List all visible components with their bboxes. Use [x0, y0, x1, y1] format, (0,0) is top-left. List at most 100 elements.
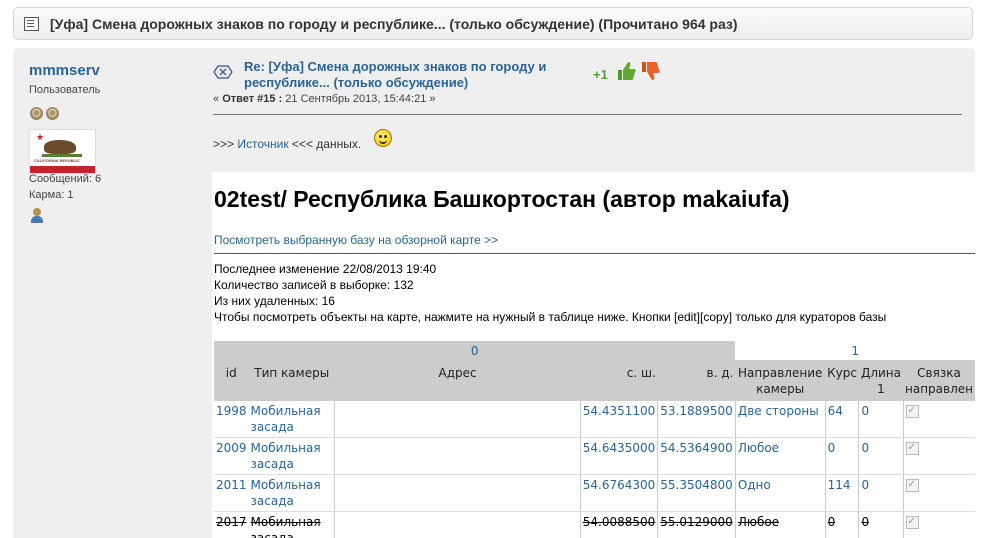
- cell-address[interactable]: [334, 511, 581, 538]
- records-count: Количество записей в выборке: 132: [214, 278, 414, 292]
- col-length[interactable]: Длина 1: [858, 360, 903, 401]
- star-icon: [46, 107, 59, 120]
- poster-karma: Карма: 1: [29, 189, 74, 201]
- last-change: Последнее изменение 22/08/2013 19:40: [214, 262, 437, 276]
- cell-length[interactable]: 0: [858, 401, 903, 438]
- cell-direction[interactable]: Одно: [734, 474, 826, 512]
- smiley-mouth: [379, 139, 387, 144]
- table-row[interactable]: 1998 Мобильная засада 54.4351100 53.1889…: [214, 401, 975, 438]
- group-header-row: 0 1: [214, 341, 975, 361]
- cell-id[interactable]: 1998: [214, 401, 249, 438]
- cell-direction[interactable]: Любое: [734, 511, 826, 538]
- smiley-icon: [374, 129, 392, 147]
- smiley-eye: [384, 135, 387, 138]
- cell-length[interactable]: 0: [858, 437, 903, 475]
- karma-plus: +1: [593, 67, 608, 82]
- col-lat[interactable]: с. ш.: [580, 360, 658, 401]
- post-title-line2: республике... (только обсуждение): [244, 75, 469, 90]
- cell-course[interactable]: 0: [824, 511, 859, 538]
- topic-header: [Уфа] Смена дорожных знаков по городу и …: [13, 7, 973, 40]
- cell-lon[interactable]: 55.3504800: [657, 474, 736, 512]
- flag-star-icon: ★: [36, 132, 45, 142]
- link-checkbox[interactable]: [905, 440, 919, 456]
- database-separator: [214, 253, 975, 254]
- cell-address[interactable]: [334, 401, 581, 438]
- cell-id[interactable]: 2011: [214, 474, 249, 512]
- database-title: 02test/ Республика Башкортостан (автор m…: [214, 186, 790, 212]
- col-address[interactable]: Адрес: [334, 360, 581, 401]
- group-0-header[interactable]: 0: [214, 341, 736, 361]
- cell-length[interactable]: 0: [858, 474, 903, 512]
- poster-name-link[interactable]: mmmserv: [29, 62, 100, 79]
- cell-lat[interactable]: 54.0088500: [580, 511, 658, 538]
- col-link[interactable]: Связка направлен: [903, 360, 975, 401]
- col-lon[interactable]: в. д.: [657, 360, 736, 401]
- reply-number: Ответ #15 :: [222, 93, 283, 105]
- cell-course[interactable]: 0: [824, 437, 859, 475]
- topic-icon: [24, 17, 39, 31]
- group-1-header[interactable]: 1: [735, 341, 975, 361]
- xbox-icon: [213, 65, 233, 79]
- embedded-database: 02test/ Республика Башкортостан (автор m…: [212, 172, 975, 538]
- cell-address[interactable]: [334, 474, 581, 512]
- cell-lat[interactable]: 54.4351100: [580, 401, 658, 438]
- cell-lon[interactable]: 53.1889500: [657, 401, 736, 438]
- cell-lon[interactable]: 54.5364900: [657, 437, 736, 475]
- map-overview-link[interactable]: Посмотреть выбранную базу на обзорной ка…: [214, 233, 498, 247]
- cell-link: [902, 474, 975, 512]
- source-suffix: <<< данных.: [288, 137, 362, 151]
- rank-stars: [30, 107, 62, 125]
- cameras-table: 0 1 id Тип камеры Адрес с. ш. в. д. Напр…: [214, 341, 975, 538]
- cell-type[interactable]: Мобильная засада: [248, 474, 335, 512]
- flag-stripe: [30, 166, 95, 173]
- cell-type[interactable]: Мобильная засада: [248, 511, 335, 538]
- post-title-link[interactable]: Re: [Уфа] Смена дорожных знаков по город…: [244, 59, 546, 91]
- source-line: >>> Источник <<< данных.: [213, 137, 361, 151]
- col-type[interactable]: Тип камеры: [248, 360, 335, 401]
- cell-length[interactable]: 0: [858, 511, 903, 538]
- thumb-up-icon[interactable]: [616, 60, 638, 82]
- col-course[interactable]: Курс: [825, 360, 859, 401]
- table-row-deleted[interactable]: 2017 Мобильная засада 54.0088500 55.0129…: [214, 511, 975, 538]
- cell-link: [902, 401, 975, 438]
- cell-type[interactable]: Мобильная засада: [248, 437, 335, 475]
- avatar-text: CALIFORNIA REPUBLIC: [34, 158, 81, 163]
- link-checkbox[interactable]: [905, 477, 919, 493]
- post-date: 21 Сентябрь 2013, 15:44:21 »: [282, 93, 436, 105]
- col-id[interactable]: id: [214, 360, 249, 401]
- poster-avatar: ★ CALIFORNIA REPUBLIC: [29, 129, 96, 174]
- cell-type[interactable]: Мобильная засада: [248, 401, 335, 438]
- cell-id[interactable]: 2009: [214, 437, 249, 475]
- table-row[interactable]: 2009 Мобильная засада 54.6435000 54.5364…: [214, 437, 975, 475]
- flag-bear: [44, 140, 76, 154]
- star-icon: [30, 107, 43, 120]
- poster-messages: Сообщений: 6: [29, 173, 102, 185]
- link-checkbox[interactable]: [905, 514, 919, 530]
- column-header-row: id Тип камеры Адрес с. ш. в. д. Направле…: [214, 360, 975, 401]
- cell-course[interactable]: 64: [824, 401, 859, 438]
- profile-icon[interactable]: [30, 208, 46, 224]
- meta-prefix: «: [213, 93, 223, 105]
- deleted-count: Из них удаленных: 16: [214, 294, 335, 308]
- post-meta: « Ответ #15 : 21 Сентябрь 2013, 15:44:21…: [213, 93, 436, 105]
- cell-direction[interactable]: Две стороны: [734, 401, 826, 438]
- link-checkbox[interactable]: [905, 403, 919, 419]
- cell-lon[interactable]: 55.0129000: [657, 511, 736, 538]
- cell-direction[interactable]: Любое: [734, 437, 826, 475]
- cell-lat[interactable]: 54.6764300: [580, 474, 658, 512]
- topic-title: [Уфа] Смена дорожных знаков по городу и …: [50, 16, 738, 32]
- source-link[interactable]: Источник: [237, 137, 288, 151]
- cell-link: [902, 511, 975, 538]
- col-direction[interactable]: Направление камеры: [735, 360, 826, 401]
- cell-course[interactable]: 114: [824, 474, 859, 512]
- smiley-eye: [379, 135, 382, 138]
- cell-address[interactable]: [334, 437, 581, 475]
- thumb-down-icon[interactable]: [640, 60, 662, 82]
- cell-id[interactable]: 2017: [214, 511, 249, 538]
- table-row[interactable]: 2011 Мобильная засада 54.6764300 55.3504…: [214, 474, 975, 512]
- cell-lat[interactable]: 54.6435000: [580, 437, 658, 475]
- post-title-line1: Re: [Уфа] Смена дорожных знаков по город…: [244, 59, 547, 74]
- profile-head: [33, 208, 41, 216]
- cell-link: [902, 437, 975, 475]
- profile-body: [31, 216, 43, 223]
